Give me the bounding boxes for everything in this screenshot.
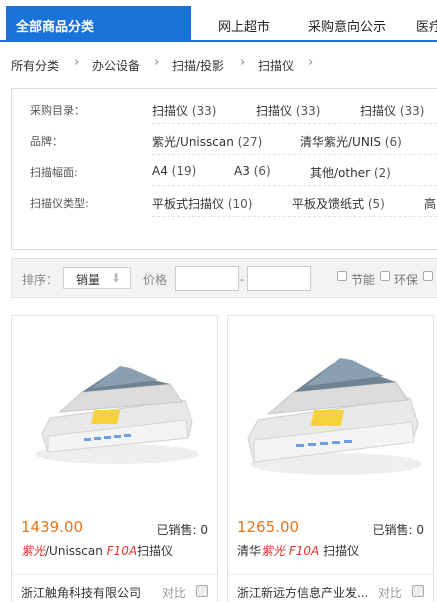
filter-option[interactable]: A4 (19)	[152, 164, 196, 178]
sold-count: 已销售: 0	[372, 523, 425, 537]
vendor-link[interactable]: 浙江新远方信息产业发...	[237, 584, 367, 601]
chevron-right-icon: ›	[240, 55, 246, 70]
product-card[interactable]: 1265.00 已销售: 0 清华紫光 F10A 扫描仪 浙江新远方信息产业发.…	[227, 315, 434, 602]
product-card[interactable]: 1439.00 已销售: 0 紫光/Unisscan F10A扫描仪 浙江触角科…	[11, 315, 218, 602]
filter-option[interactable]: 其他/other (2)	[310, 164, 391, 181]
filter-option[interactable]: 平板及馈纸式 (5)	[292, 195, 385, 212]
compare-checkbox[interactable]	[196, 585, 208, 597]
vendor-link[interactable]: 浙江触角科技有限公司	[21, 584, 151, 601]
energy-saving-checkbox[interactable]	[337, 271, 347, 281]
breadcrumb-office[interactable]: 办公设备	[92, 57, 140, 74]
chevron-right-icon: ›	[154, 55, 160, 70]
top-nav: 全部商品分类 网上超市 采购意向公示 医疗	[0, 0, 437, 42]
sold-count: 已销售: 0	[156, 523, 209, 537]
eco-label: 环保	[394, 273, 419, 287]
compare-label: 对比	[378, 586, 403, 600]
nav-link-medical[interactable]: 医疗	[416, 16, 437, 35]
sort-by-sales-button[interactable]: 销量 ⬇	[63, 267, 131, 289]
product-title[interactable]: 紫光/Unisscan F10A扫描仪	[21, 542, 173, 559]
chevron-right-icon: ›	[74, 55, 80, 70]
product-price: 1265.00	[237, 518, 300, 536]
price-label: 价格	[143, 273, 168, 287]
scanner-image[interactable]	[20, 326, 210, 501]
arrow-down-icon: ⬇	[110, 271, 121, 285]
product-title[interactable]: 清华紫光 F10A 扫描仪	[237, 542, 359, 559]
filter-panel: 采购目录： 扫描仪 (33) 扫描仪 (33) 扫描仪 (33) 品牌： 紫光/…	[11, 88, 437, 250]
price-dash: -	[240, 273, 244, 286]
chevron-right-icon: ›	[308, 55, 314, 70]
filter-label: 扫描仪类型:	[30, 197, 89, 210]
filter-option[interactable]: 平板式扫描仪 (10)	[152, 195, 252, 212]
scanner-image[interactable]	[236, 326, 426, 501]
compare-checkbox[interactable]	[412, 585, 424, 597]
product-price: 1439.00	[21, 518, 84, 536]
breadcrumb: 所有分类 › 办公设备 › 扫描/投影 › 扫描仪 ›	[0, 54, 437, 78]
filter-option[interactable]: A3 (6)	[234, 164, 271, 178]
price-min-input[interactable]	[175, 266, 239, 291]
filter-option[interactable]: 扫描仪 (33)	[360, 102, 424, 119]
compare-label: 对比	[162, 586, 187, 600]
filter-option[interactable]: 扫描仪 (33)	[256, 102, 320, 119]
extra-checkbox[interactable]	[423, 271, 433, 281]
breadcrumb-scan-projection[interactable]: 扫描/投影	[172, 57, 224, 74]
filter-option[interactable]: 紫光/Unisscan (27)	[152, 133, 262, 150]
sort-bar: 排序： 销量 ⬇ 价格 - 节能 环保	[11, 258, 437, 298]
filter-option[interactable]: 扫描仪 (33)	[152, 102, 216, 119]
breadcrumb-scanner[interactable]: 扫描仪	[258, 57, 294, 74]
filter-option[interactable]: 清华紫光/UNIS (6)	[300, 133, 402, 150]
breadcrumb-all[interactable]: 所有分类	[11, 57, 59, 74]
energy-saving-label: 节能	[351, 273, 376, 287]
filter-row-catalog: 采购目录： 扫描仪 (33) 扫描仪 (33) 扫描仪 (33)	[12, 93, 437, 124]
filter-label: 品牌：	[30, 135, 63, 148]
nav-link-procurement-intent[interactable]: 采购意向公示	[308, 16, 386, 35]
filter-label: 扫描幅面:	[30, 166, 78, 179]
eco-checkbox[interactable]	[380, 271, 390, 281]
price-max-input[interactable]	[247, 266, 311, 291]
filter-row-type: 扫描仪类型: 平板式扫描仪 (10) 平板及馈纸式 (5) 高	[12, 186, 437, 217]
all-categories-button[interactable]: 全部商品分类	[6, 6, 191, 42]
filter-row-width: 扫描幅面: A4 (19) A3 (6) 其他/other (2)	[12, 155, 437, 186]
nav-link-online-market[interactable]: 网上超市	[218, 16, 270, 35]
filter-option[interactable]: 高	[424, 195, 436, 212]
filter-row-brand: 品牌： 紫光/Unisscan (27) 清华紫光/UNIS (6)	[12, 124, 437, 155]
sort-label: 排序：	[22, 273, 59, 287]
filter-label: 采购目录：	[30, 104, 85, 117]
